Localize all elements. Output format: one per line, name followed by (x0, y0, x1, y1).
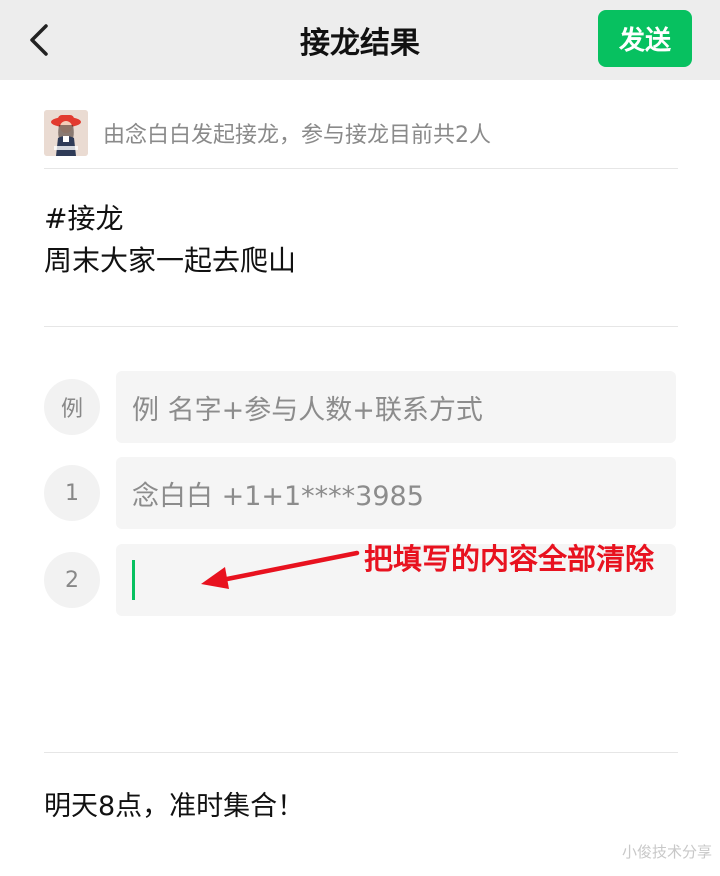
divider (44, 752, 678, 753)
entry-number: 2 (44, 552, 100, 608)
example-entry: 例 名字+参与人数+联系方式 (116, 371, 676, 443)
topic-text: 周末大家一起去爬山 (44, 244, 297, 277)
annotation-arrow (201, 550, 360, 589)
entry-row-example: 例 例 名字+参与人数+联系方式 (44, 371, 678, 443)
entry-input[interactable]: 念白白 +1+1****3985 (116, 457, 676, 529)
entry-number: 1 (44, 465, 100, 521)
topic-block[interactable]: #接龙 周末大家一起去爬山 (44, 198, 296, 282)
entry-row: 1 念白白 +1+1****3985 (44, 457, 678, 529)
entry-text: 例 名字+参与人数+联系方式 (132, 394, 483, 426)
send-button[interactable]: 发送 (598, 10, 692, 67)
avatar[interactable] (44, 110, 88, 156)
avatar-image (44, 110, 88, 156)
watermark-text: 小俊技术分享 (621, 843, 712, 861)
initiator-text: 由念白白发起接龙，参与接龙目前共2人 (103, 123, 491, 148)
text-cursor (132, 560, 135, 600)
initiator-row: 由念白白发起接龙，参与接龙目前共2人 (44, 108, 678, 158)
entry-text: 念白白 +1+1****3985 (132, 480, 424, 512)
top-bar: 接龙结果 发送 (0, 0, 720, 80)
divider (44, 326, 678, 327)
annotation-text: 把填写的内容全部清除 (364, 542, 655, 576)
topic-tag: #接龙 (44, 202, 124, 235)
footer-text[interactable]: 明天8点，准时集合！ (44, 784, 304, 823)
entry-number: 例 (44, 379, 100, 435)
divider (44, 168, 678, 169)
